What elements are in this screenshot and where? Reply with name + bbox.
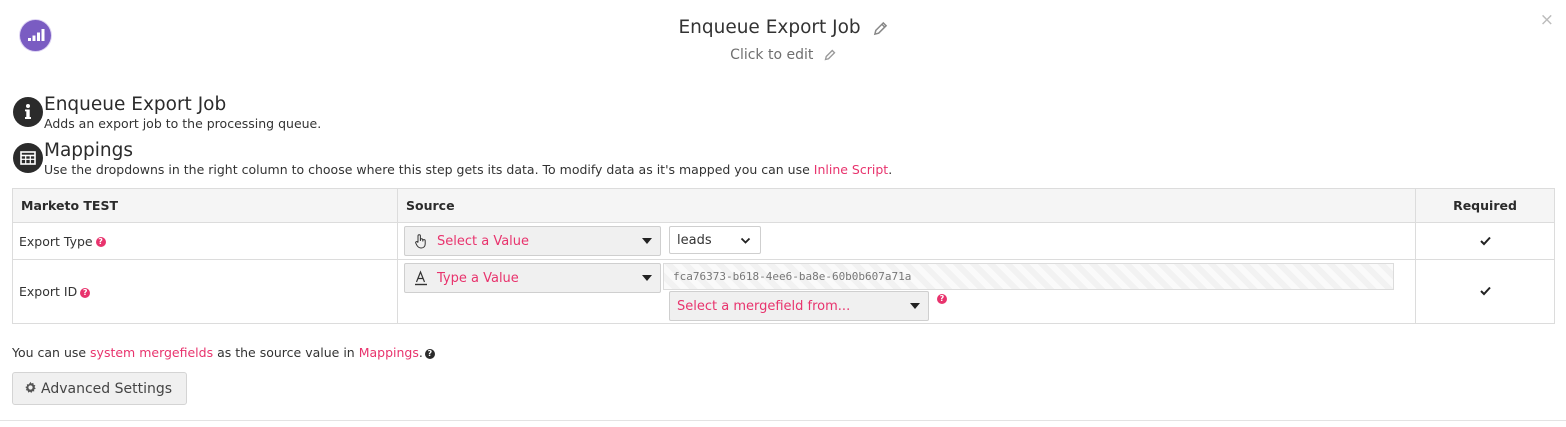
help-icon[interactable]: ? [937,294,947,304]
text-format-icon [415,270,427,286]
mergefield-placeholder: Select a mergefield from... [677,299,851,314]
note-text: as the source value in [213,345,359,360]
source-cell: Type a Value fca76373-b618-4ee6-ba8e-60b… [397,259,1416,324]
field-label-cell: Export Type? [12,222,398,260]
description-suffix: . [888,162,893,177]
source-mode-label: Type a Value [437,271,519,286]
note-text: . [418,345,423,360]
caret-down-icon [910,303,920,309]
mergefield-note: You can use system mergefields as the so… [12,345,435,361]
info-icon [13,97,43,127]
column-header-source: Source [397,188,1416,223]
table-header-row: Marketo TEST Source Required [12,188,1555,223]
column-header-marketo: Marketo TEST [12,188,398,223]
advanced-settings-label: Advanced Settings [41,381,173,397]
divider [0,420,1566,421]
section-description: Use the dropdowns in the right column to… [44,162,892,178]
help-icon[interactable]: ? [95,237,106,247]
help-icon[interactable]: ? [424,348,435,359]
pencil-icon[interactable] [824,49,836,61]
field-label: Export ID [19,284,78,299]
source-mode-dropdown[interactable]: Select a Value [404,226,661,256]
mappings-table: Marketo TEST Source Required Export Type… [12,188,1555,324]
selected-value: leads [677,233,712,248]
required-cell [1415,222,1555,260]
export-type-select[interactable]: leads [669,226,761,254]
required-cell [1415,259,1555,324]
mappings-link[interactable]: Mappings [359,345,419,360]
table-row: Export Type? Select a Value leads [12,222,1555,260]
gear-icon [25,381,36,394]
advanced-settings-button[interactable]: Advanced Settings [12,372,187,405]
section-title: Enqueue Export Job [44,94,227,115]
column-header-required: Required [1415,188,1555,223]
checkmark-icon [1479,236,1491,245]
table-row: Export ID? Type a Value fca76373-b618-4e… [12,259,1555,324]
field-label: Export Type [19,233,93,249]
source-cell: Select a Value leads [397,222,1416,260]
pencil-icon[interactable] [873,21,888,36]
section-title: Mappings [44,140,134,161]
export-id-value: fca76373-b618-4ee6-ba8e-60b0b607a71a [673,270,912,283]
system-mergefields-link[interactable]: system mergefields [90,345,213,360]
hand-pointer-icon [415,234,426,249]
export-id-input[interactable]: fca76373-b618-4ee6-ba8e-60b0b607a71a [663,263,1394,290]
field-label-cell: Export ID? [12,259,398,324]
page-title[interactable]: Enqueue Export Job [678,17,860,38]
caret-down-icon [642,238,652,244]
checkmark-icon [1479,286,1491,296]
source-mode-label: Select a Value [437,234,530,249]
inline-script-link[interactable]: Inline Script [814,162,888,177]
click-to-edit[interactable]: Click to edit [730,47,813,63]
section-description: Adds an export job to the processing que… [44,116,322,131]
note-text: You can use [12,345,91,360]
table-icon [13,143,43,173]
mergefield-dropdown[interactable]: Select a mergefield from... [669,291,929,321]
chevron-down-icon [740,237,751,244]
subtitle-container: Click to edit [0,45,1566,65]
description-text: Use the dropdowns in the right column to… [44,162,814,177]
page-title-container: Enqueue Export Job [0,15,1566,41]
source-mode-dropdown[interactable]: Type a Value [404,263,661,293]
caret-down-icon [642,275,652,281]
help-icon[interactable]: ? [80,287,91,298]
